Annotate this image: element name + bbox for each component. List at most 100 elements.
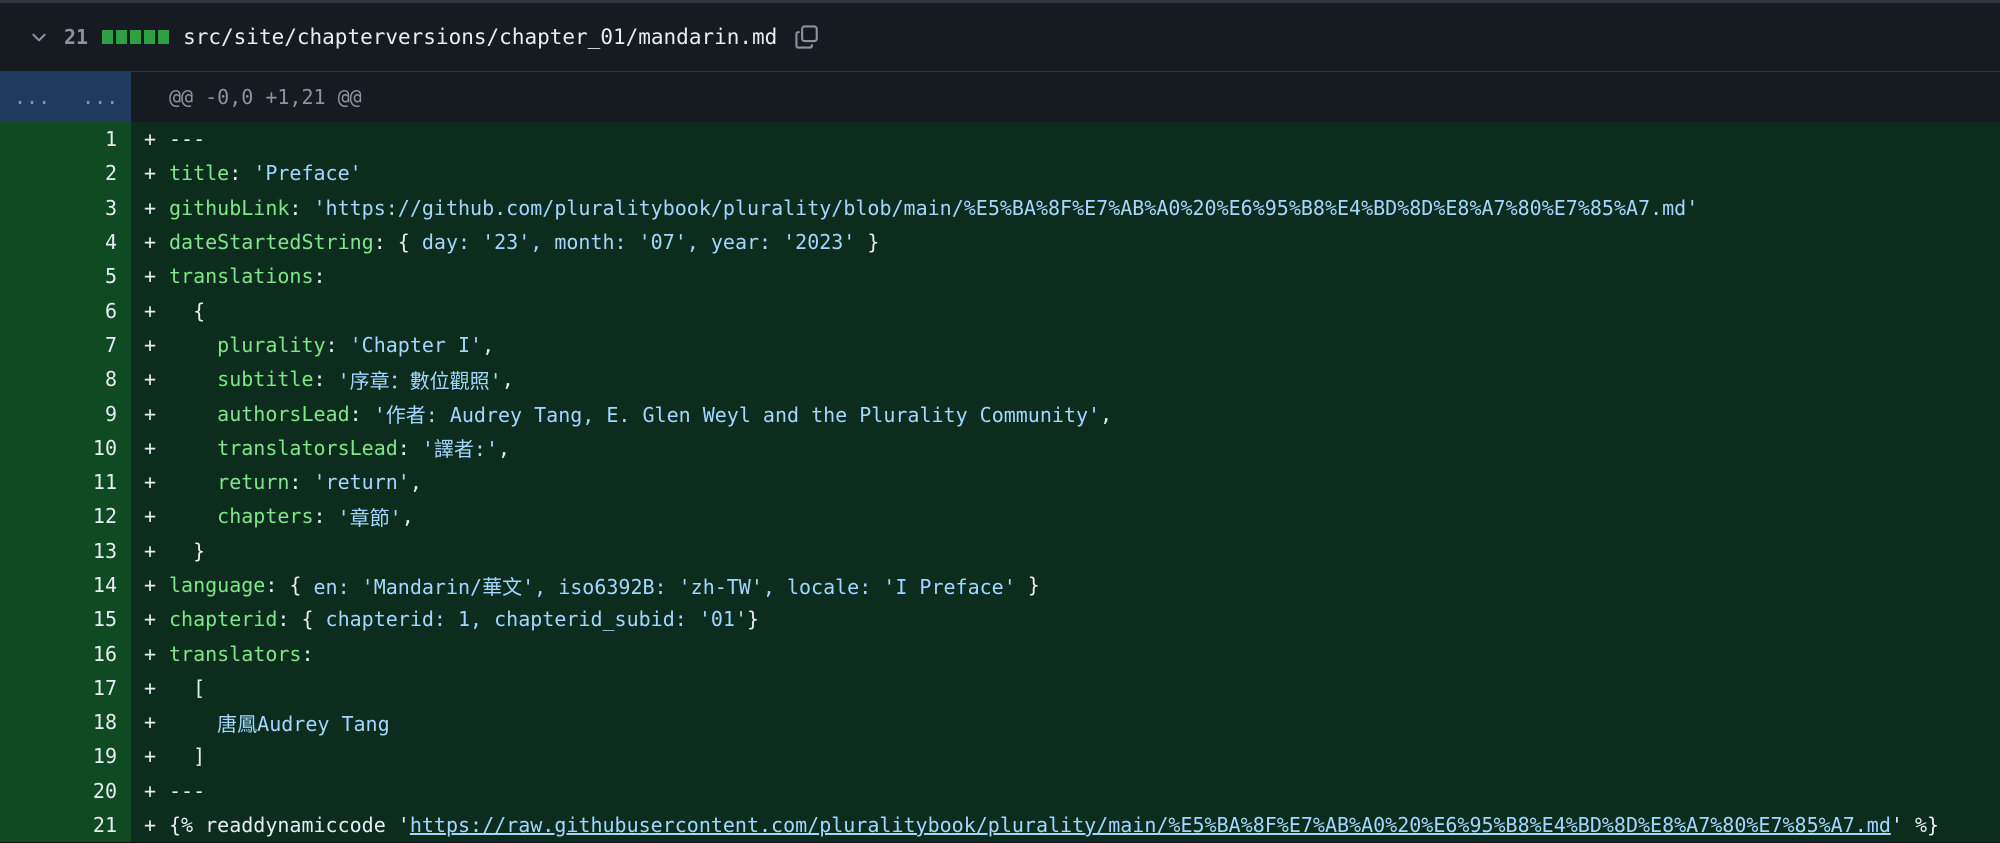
addition-marker: + — [143, 401, 157, 426]
diff-line: 19 + ] — [0, 739, 2000, 774]
code-token: } — [746, 607, 760, 632]
line-content: + --- — [131, 773, 2000, 808]
file-path-link[interactable]: src/site/chapterversions/chapter_01/mand… — [183, 25, 777, 49]
line-number[interactable]: 20 — [0, 773, 131, 808]
code-token: '章節' — [337, 505, 402, 530]
line-number[interactable]: 1 — [0, 122, 131, 157]
line-number[interactable]: 19 — [0, 739, 131, 774]
diff-line: 1 + --- — [0, 122, 2000, 157]
diff-line: 9 + authorsLead: '作者: Audrey Tang, E. Gle… — [0, 396, 2000, 431]
line-number[interactable]: 14 — [0, 567, 131, 603]
code-token: 唐鳳Audrey Tang — [217, 711, 390, 736]
addition-marker: + — [143, 675, 157, 700]
diff-line: 4 + dateStartedString: { day: '23', month:… — [0, 224, 2000, 260]
code-token: , — [501, 367, 514, 392]
line-content: + language: { en: 'Mandarin/華文', iso6392B… — [131, 567, 2000, 603]
addition-marker: + — [143, 161, 157, 186]
code-token: : — [301, 641, 314, 666]
line-content: + authorsLead: '作者: Audrey Tang, E. Glen… — [131, 396, 2000, 431]
line-number[interactable]: 12 — [0, 499, 131, 534]
line-content: + dateStartedString: { day: '23', month: … — [131, 224, 2000, 260]
changes-count: 21 — [64, 25, 89, 49]
line-number[interactable]: 4 — [0, 224, 131, 260]
line-number[interactable]: 7 — [0, 327, 131, 363]
hunk-header: ... ... @@ -0,0 +1,21 @@ — [0, 72, 2000, 122]
line-number[interactable]: 18 — [0, 705, 131, 740]
line-content: + 唐鳳Audrey Tang — [131, 705, 2000, 740]
diffstat-block — [116, 30, 128, 44]
code-token: translatorsLead — [217, 435, 398, 460]
diff-line: 8 + subtitle: '序章：數位觀照', — [0, 362, 2000, 397]
code-token: '作者: Audrey Tang, E. Glen Weyl and the P… — [373, 403, 1101, 428]
code-token: : — [289, 195, 314, 220]
line-content: + title: 'Preface' — [131, 156, 2000, 191]
diffstat-block — [102, 30, 114, 44]
addition-marker: + — [143, 470, 157, 495]
code-token: en: 'Mandarin/華文', iso6392B: 'zh-TW', lo… — [313, 574, 1016, 599]
addition-marker: + — [143, 778, 157, 803]
code-token: 'return' — [313, 470, 410, 495]
diff-line: 11 + return: 'return', — [0, 464, 2000, 500]
diff-line: 3 + githubLink: 'https://github.com/plural… — [0, 190, 2000, 225]
line-content: + translators: — [131, 636, 2000, 671]
hunk-expand-gutter: ... ... — [0, 72, 131, 122]
code-token: 'Preface' — [253, 161, 362, 186]
line-number[interactable]: 8 — [0, 362, 131, 397]
code-token: } — [855, 230, 880, 255]
line-content: + translatorsLead: '譯者:', — [131, 430, 2000, 465]
line-number[interactable]: 21 — [0, 807, 131, 843]
line-content: + chapterid: { chapterid: 1, chapterid_su… — [131, 602, 2000, 637]
expand-down-button[interactable]: ... — [82, 85, 118, 109]
line-content: + return: 'return', — [131, 464, 2000, 500]
line-number[interactable]: 6 — [0, 293, 131, 328]
addition-marker: + — [143, 813, 157, 838]
addition-marker: + — [143, 538, 157, 563]
line-number[interactable]: 3 — [0, 190, 131, 225]
line-content: + githubLink: 'https://github.com/plurali… — [131, 190, 2000, 225]
code-token: 'Chapter I' — [349, 332, 483, 357]
code-token: , — [409, 470, 422, 495]
line-number[interactable]: 5 — [0, 259, 131, 294]
line-number[interactable]: 11 — [0, 464, 131, 500]
line-content: + ] — [131, 739, 2000, 774]
code-token: return — [217, 470, 290, 495]
code-token: chapterid: 1, chapterid_subid: '01' — [325, 607, 747, 632]
line-number[interactable]: 2 — [0, 156, 131, 191]
code-token: {% readdynamiccode ' — [169, 813, 410, 838]
diff-code: 1 + --- 2 + title: 'Preface' 3 + githubLink: 'ht… — [0, 122, 2000, 843]
diff-line: 14 + language: { en: 'Mandarin/華文', iso639… — [0, 567, 2000, 603]
file-header: 21 src/site/chapterversions/chapter_01/m… — [0, 0, 2000, 72]
hunk-range: @@ -0,0 +1,21 @@ — [169, 85, 362, 109]
line-number[interactable]: 15 — [0, 602, 131, 637]
diff-line: 16 + translators: — [0, 636, 2000, 671]
code-token: : — [229, 161, 254, 186]
diffstat-block — [158, 30, 170, 44]
line-number[interactable]: 16 — [0, 636, 131, 671]
line-content: + [ — [131, 670, 2000, 706]
line-content: + chapters: '章節', — [131, 499, 2000, 534]
code-token: language — [169, 573, 266, 597]
code-token: subtitle — [217, 367, 314, 392]
code-token: : — [313, 367, 338, 392]
copy-icon[interactable] — [793, 23, 821, 51]
code-token: : — [313, 504, 338, 529]
line-content: + plurality: 'Chapter I', — [131, 327, 2000, 363]
diff-line: 20 + --- — [0, 773, 2000, 808]
diff-line: 6 + { — [0, 293, 2000, 328]
code-token: plurality — [217, 332, 326, 357]
expand-up-button[interactable]: ... — [14, 85, 50, 109]
chevron-down-icon[interactable] — [28, 26, 50, 48]
code-token: , — [401, 504, 414, 529]
line-number[interactable]: 17 — [0, 670, 131, 706]
line-number[interactable]: 13 — [0, 533, 131, 568]
code-link[interactable]: https://raw.githubusercontent.com/plural… — [410, 813, 1891, 837]
code-token: dateStartedString — [169, 230, 374, 255]
code-token: ] — [169, 744, 206, 769]
line-number[interactable]: 10 — [0, 430, 131, 465]
diff-line: 17 + [ — [0, 670, 2000, 706]
addition-marker: + — [143, 332, 157, 357]
line-number[interactable]: 9 — [0, 396, 131, 431]
diff-line: 10 + translatorsLead: '譯者:', — [0, 430, 2000, 465]
